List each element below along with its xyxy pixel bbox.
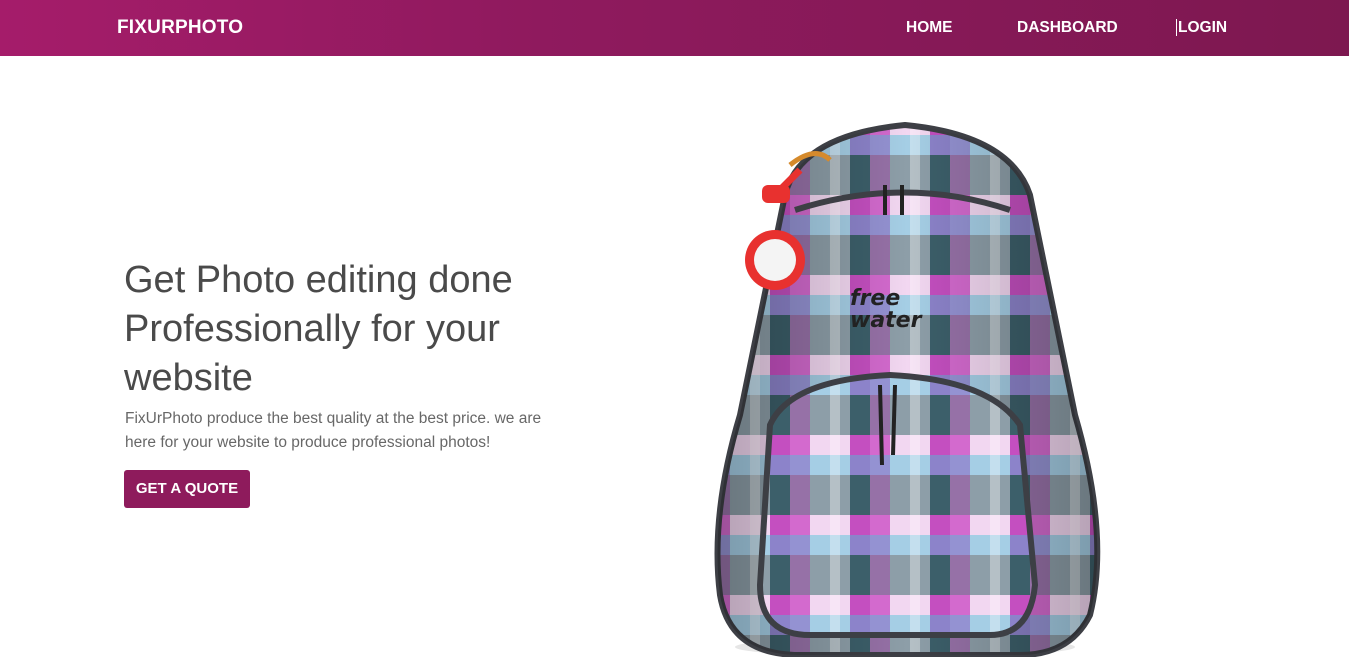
nav-login-link[interactable]: LOGIN (1176, 19, 1227, 36)
top-navbar: FIXURPHOTO HOME DASHBOARD LOGIN (0, 0, 1349, 56)
backpack-illustration: free water (714, 121, 1101, 657)
brand-logo-link[interactable]: FIXURPHOTO (117, 17, 243, 39)
get-a-quote-button[interactable]: GET A QUOTE (124, 470, 250, 508)
svg-text:water: water (850, 308, 923, 333)
hero-description: FixUrPhoto produce the best quality at t… (125, 410, 542, 451)
backpack-image: free water (690, 115, 1120, 657)
hero-heading: Get Photo editing done Professionally fo… (124, 259, 513, 399)
nav-dashboard-link[interactable]: DASHBOARD (1017, 19, 1118, 37)
nav-home-link[interactable]: HOME (906, 19, 953, 37)
